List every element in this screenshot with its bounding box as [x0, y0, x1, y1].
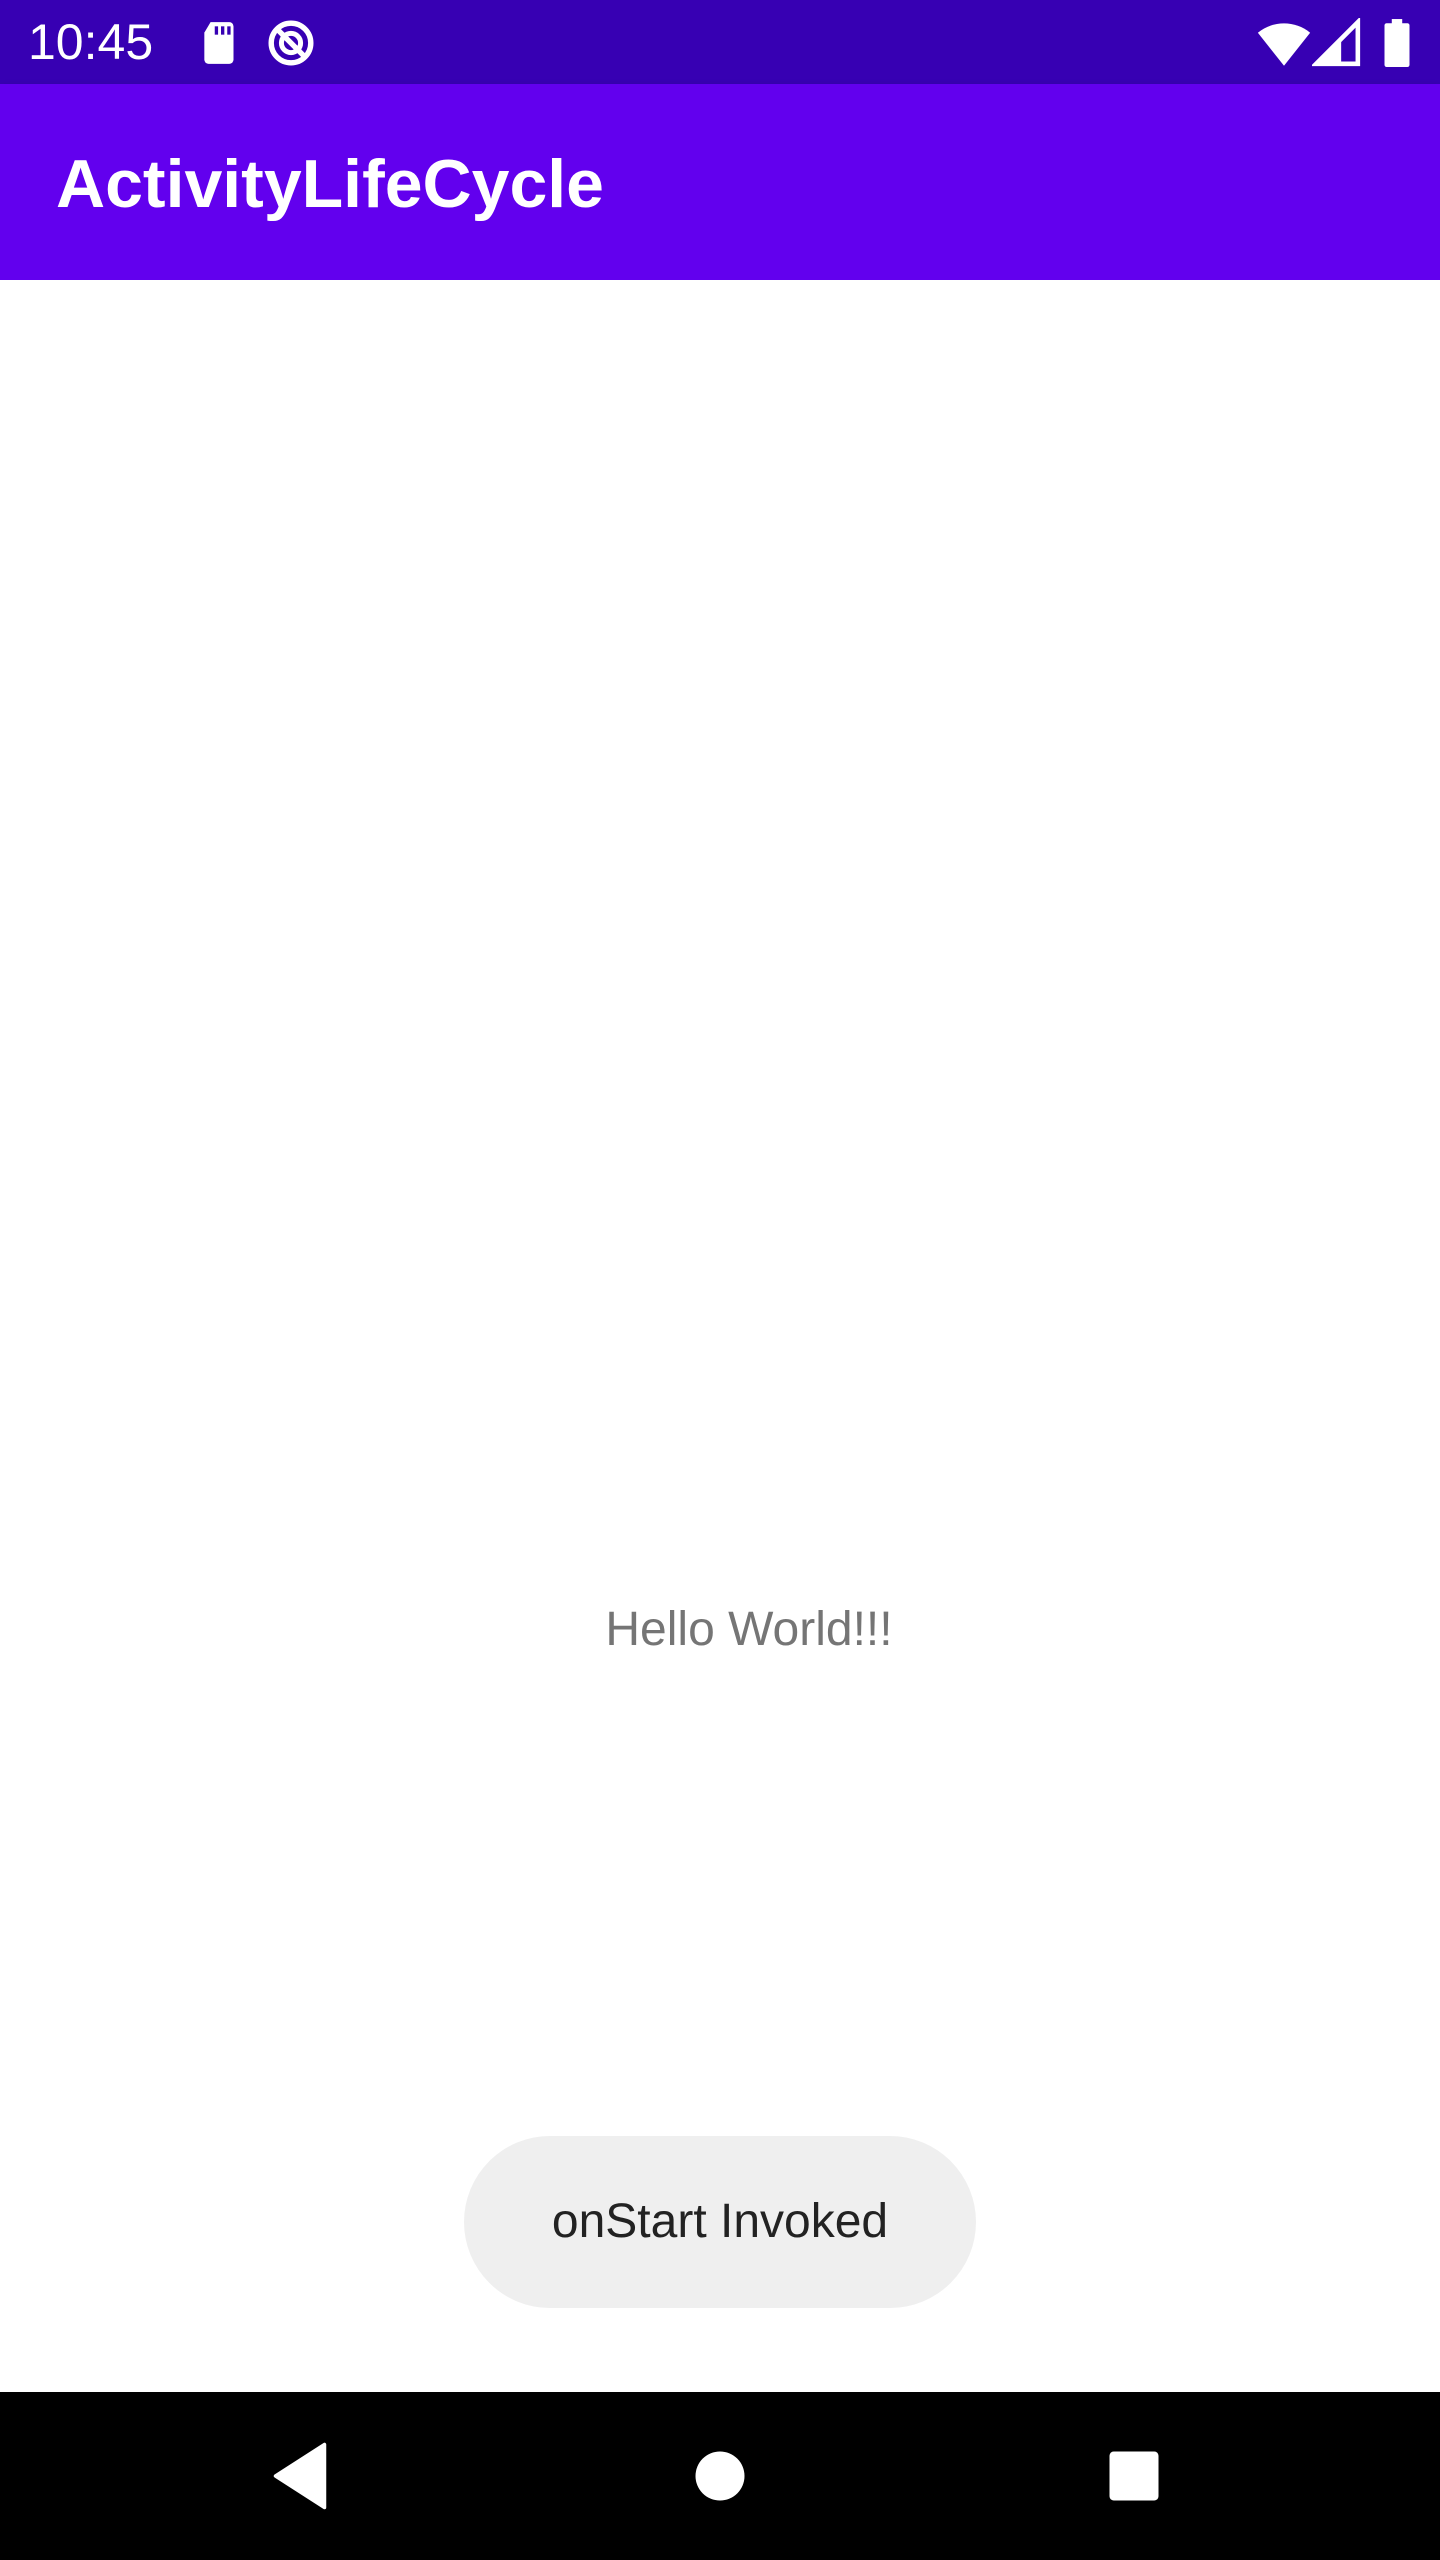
recents-icon[interactable]	[1092, 2434, 1176, 2518]
toast: onStart Invoked	[464, 2136, 976, 2308]
do-not-disturb-icon	[266, 18, 316, 68]
back-icon[interactable]	[258, 2434, 342, 2518]
navigation-bar	[0, 2392, 1440, 2560]
status-time: 10:45	[28, 14, 154, 70]
cell-signal-icon	[1310, 16, 1362, 68]
hello-text: Hello World!!!	[605, 1603, 893, 1656]
wifi-icon	[1256, 18, 1312, 68]
home-icon[interactable]	[678, 2434, 762, 2518]
battery-icon	[1380, 18, 1414, 68]
status-bar: 10:45	[0, 0, 1440, 84]
sd-card-icon	[196, 18, 246, 68]
app-bar: ActivityLifeCycle	[0, 84, 1440, 280]
screen: 10:45 ActivityLifeCycle Hello World!!! o…	[0, 0, 1440, 2560]
toast-text: onStart Invoked	[551, 2195, 889, 2248]
app-title: ActivityLifeCycle	[56, 146, 604, 222]
main-content: Hello World!!!	[0, 280, 1440, 2392]
